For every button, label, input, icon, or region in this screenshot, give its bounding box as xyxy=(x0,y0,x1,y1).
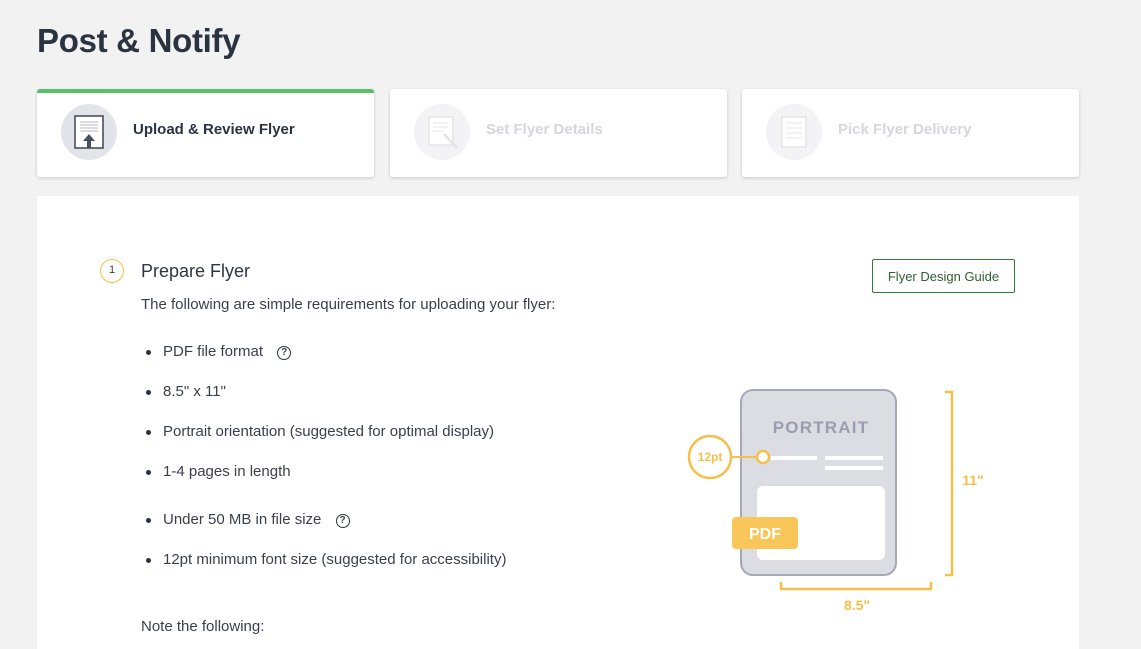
flyer-design-guide-button[interactable]: Flyer Design Guide xyxy=(872,259,1015,293)
width-label: 8.5" xyxy=(844,597,870,613)
requirement-text: 12pt minimum font size (suggested for ac… xyxy=(163,551,507,568)
height-label: 11" xyxy=(962,472,983,488)
edit-document-icon xyxy=(414,104,470,160)
bullet-icon xyxy=(146,558,151,563)
bullet-icon xyxy=(146,470,151,475)
list-item: Under 50 MB in file size ? xyxy=(146,511,350,528)
page-title: Post & Notify xyxy=(37,22,241,59)
requirement-text: Under 50 MB in file size xyxy=(163,511,322,528)
section-description: The following are simple requirements fo… xyxy=(141,296,556,313)
step-number-badge: 1 xyxy=(100,259,124,283)
list-item: 1-4 pages in length xyxy=(146,463,291,480)
question-circle-icon[interactable]: ? xyxy=(277,346,292,360)
step-label: Set Flyer Details xyxy=(486,121,603,138)
step-upload-review[interactable]: Upload & Review Flyer xyxy=(37,89,374,177)
bullet-icon xyxy=(146,430,151,435)
bullet-icon xyxy=(146,518,151,523)
step-label: Upload & Review Flyer xyxy=(133,121,295,138)
list-item: Portrait orientation (suggested for opti… xyxy=(146,423,494,440)
portrait-label: PORTRAIT xyxy=(773,418,869,437)
bullet-icon xyxy=(146,350,151,355)
upload-document-icon xyxy=(61,104,117,160)
note-heading: Note the following: xyxy=(141,618,265,635)
list-item: 12pt minimum font size (suggested for ac… xyxy=(146,551,507,568)
requirement-text: Portrait orientation (suggested for opti… xyxy=(163,423,494,440)
requirement-text: PDF file format xyxy=(163,343,264,360)
prepare-flyer-panel: 1 Prepare Flyer The following are simple… xyxy=(37,196,1079,649)
step-set-details[interactable]: Set Flyer Details xyxy=(390,89,727,177)
requirement-text: 1-4 pages in length xyxy=(163,463,291,480)
question-circle-icon[interactable]: ? xyxy=(335,514,350,528)
list-item: 8.5" x 11" xyxy=(146,383,226,400)
step-progress-bar: Upload & Review Flyer Set Flyer Details … xyxy=(37,89,1079,177)
step-label: Pick Flyer Delivery xyxy=(838,121,972,138)
font-size-label: 12pt xyxy=(698,450,723,464)
bullet-icon xyxy=(146,390,151,395)
list-item: PDF file format ? xyxy=(146,343,292,360)
pdf-badge: PDF xyxy=(749,526,781,543)
document-list-icon xyxy=(766,104,822,160)
section-title: Prepare Flyer xyxy=(141,261,251,281)
step-pick-delivery[interactable]: Pick Flyer Delivery xyxy=(742,89,1079,177)
flyer-portrait-illustration: PORTRAIT PDF 12pt 11" 8.5" xyxy=(687,389,984,613)
requirement-text: 8.5" x 11" xyxy=(163,383,226,400)
